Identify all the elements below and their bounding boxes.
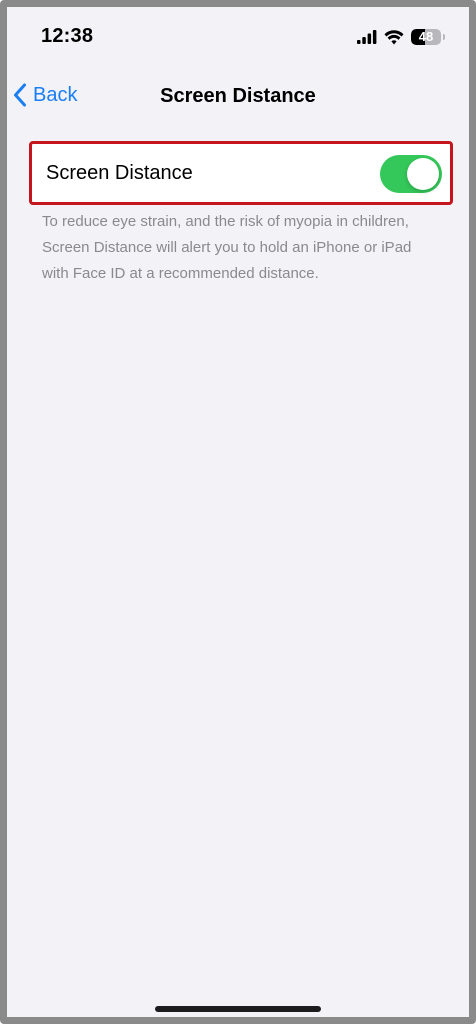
cellular-signal-icon bbox=[357, 30, 377, 44]
home-indicator[interactable] bbox=[155, 1006, 321, 1012]
toggle-knob bbox=[407, 158, 439, 190]
status-icons: 48 bbox=[357, 27, 445, 47]
navigation-bar: Back Screen Distance bbox=[7, 69, 469, 119]
setting-footer-description: To reduce eye strain, and the risk of my… bbox=[42, 213, 412, 282]
battery-level: 48 bbox=[418, 29, 434, 44]
status-bar: 12:38 48 bbox=[7, 7, 469, 67]
setting-label: Screen Distance bbox=[46, 162, 193, 184]
phone-screen: 12:38 48 Back Screen Distance Screen Dis… bbox=[0, 0, 476, 1024]
wifi-icon bbox=[384, 29, 404, 44]
status-time: 12:38 bbox=[41, 25, 94, 47]
battery-cap bbox=[443, 34, 445, 40]
battery-icon: 48 bbox=[411, 29, 441, 45]
page-title: Screen Distance bbox=[160, 85, 316, 107]
screen-distance-toggle[interactable] bbox=[380, 155, 442, 193]
screen-distance-setting-row: Screen Distance bbox=[29, 141, 453, 205]
